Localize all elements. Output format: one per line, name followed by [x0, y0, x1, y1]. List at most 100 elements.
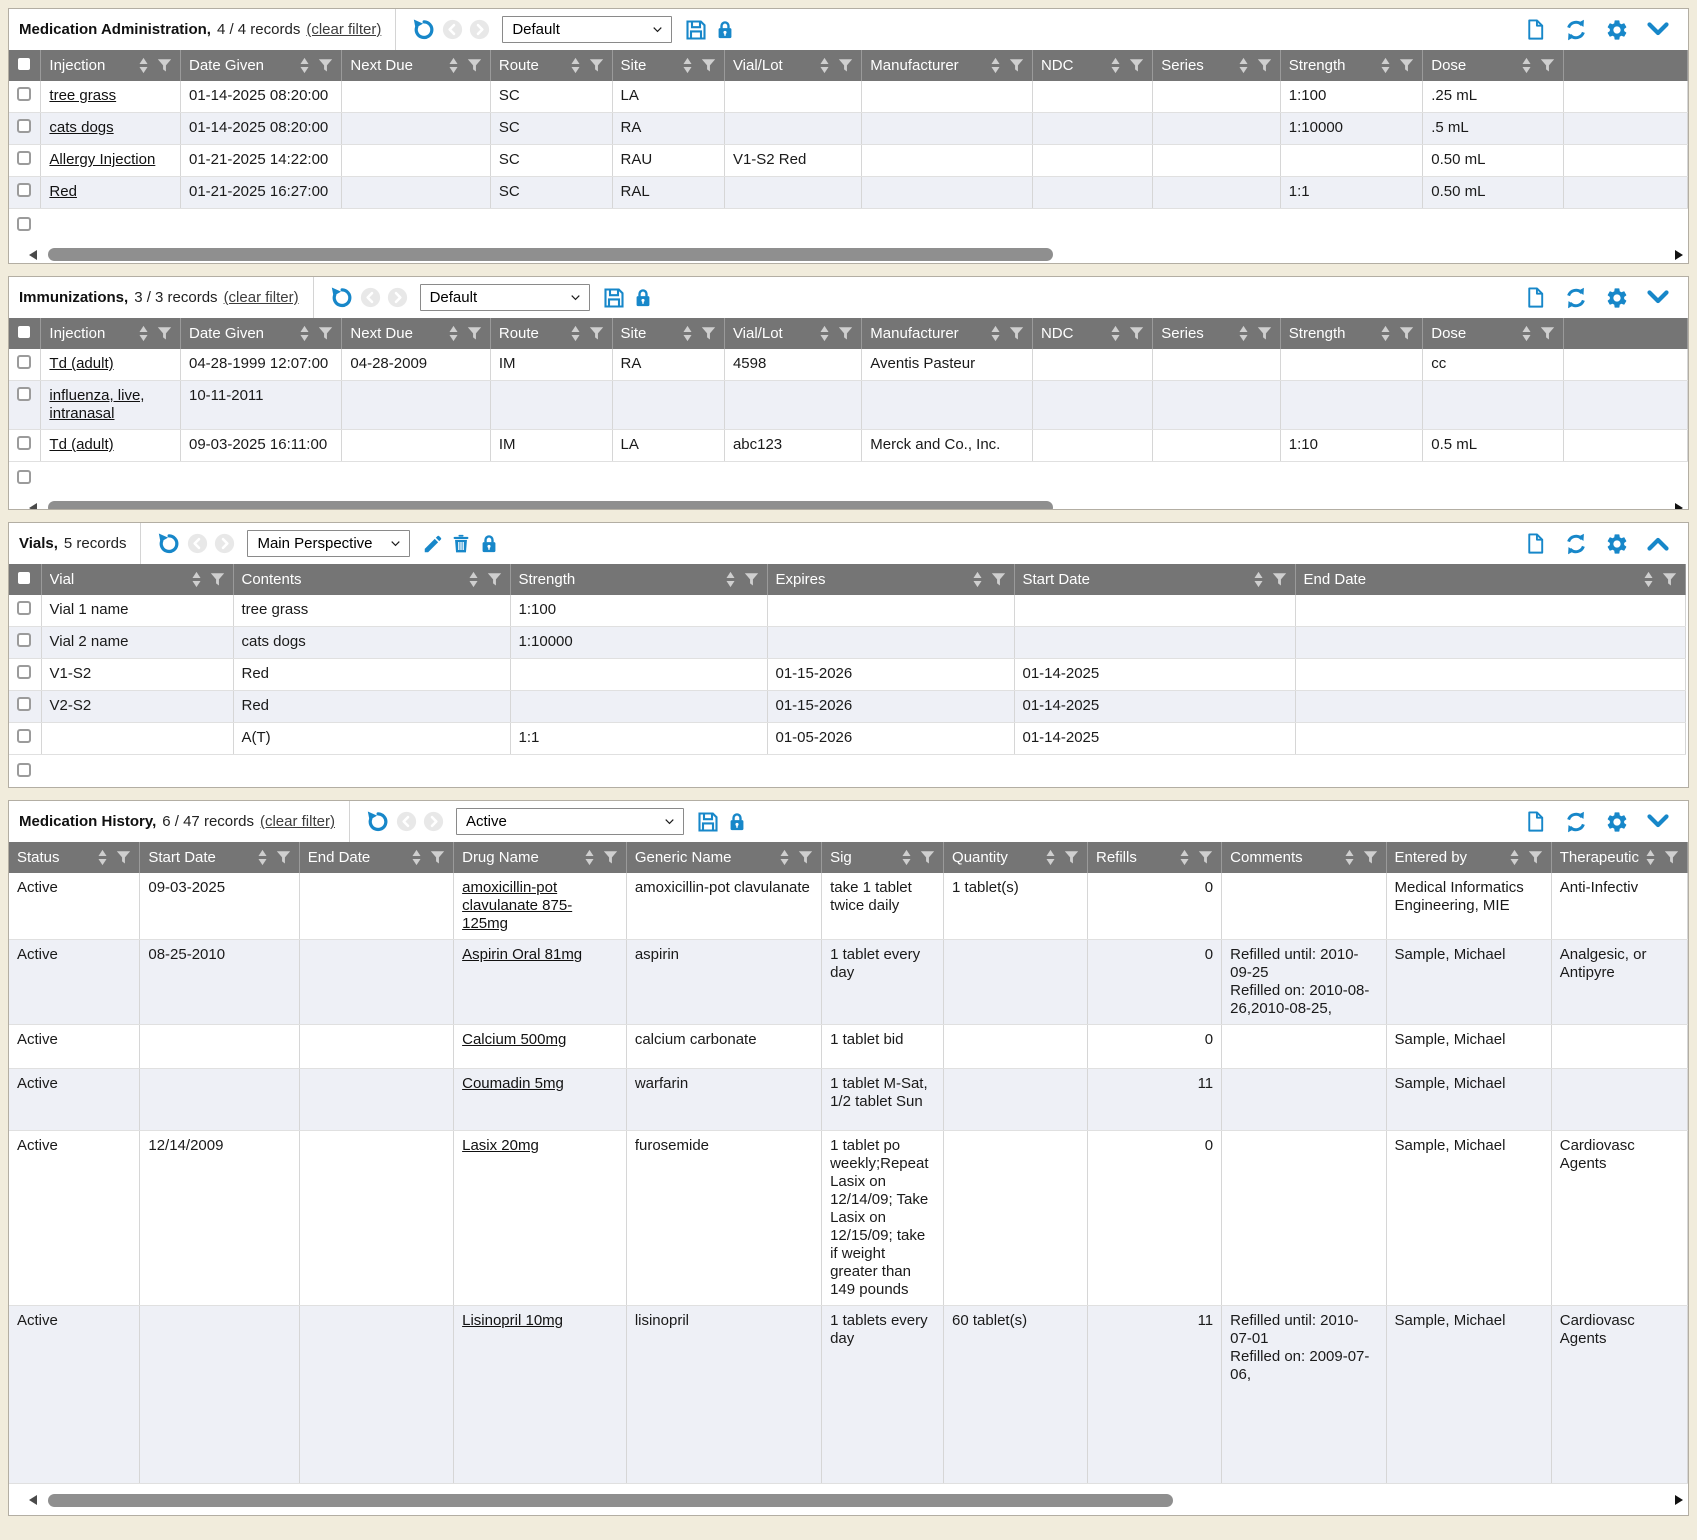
filter-icon[interactable]	[603, 850, 618, 865]
filter-icon[interactable]	[1064, 850, 1079, 865]
sort-icon[interactable]	[682, 57, 693, 74]
filter-icon[interactable]	[798, 850, 813, 865]
clear-filter-link[interactable]: (clear filter)	[224, 289, 299, 306]
sort-icon[interactable]	[819, 325, 830, 342]
sort-icon[interactable]	[1380, 325, 1391, 342]
sort-icon[interactable]	[1110, 325, 1121, 342]
select-all-checkbox[interactable]	[18, 58, 30, 70]
scroll-left-arrow[interactable]	[29, 1495, 37, 1505]
select-all-checkbox[interactable]	[18, 572, 30, 584]
collapse-button[interactable]	[1646, 812, 1670, 832]
cell-link[interactable]: Td (adult)	[49, 355, 113, 372]
next-perspective-button[interactable]	[423, 811, 444, 832]
previous-perspective-button[interactable]	[187, 533, 208, 554]
sort-icon[interactable]	[1238, 57, 1249, 74]
filter-icon[interactable]	[276, 850, 291, 865]
filter-icon[interactable]	[1272, 572, 1287, 587]
sort-icon[interactable]	[682, 325, 693, 342]
collapse-button[interactable]	[1646, 534, 1670, 554]
scroll-left-arrow[interactable]	[29, 503, 37, 511]
filter-icon[interactable]	[1399, 326, 1414, 341]
row-checkbox[interactable]	[17, 387, 31, 401]
collapse-button[interactable]	[1646, 288, 1670, 308]
filter-icon[interactable]	[1257, 326, 1272, 341]
filter-icon[interactable]	[838, 58, 853, 73]
sort-icon[interactable]	[1253, 571, 1264, 588]
cell-link[interactable]: Allergy Injection	[49, 151, 155, 168]
sort-icon[interactable]	[257, 849, 268, 866]
sort-icon[interactable]	[1643, 571, 1654, 588]
sort-icon[interactable]	[1521, 325, 1532, 342]
scroll-left-arrow[interactable]	[29, 250, 37, 260]
scroll-right-arrow[interactable]	[1675, 1495, 1683, 1505]
cell-link[interactable]: influenza, live, intranasal	[49, 387, 144, 422]
filter-icon[interactable]	[157, 326, 172, 341]
perspective-select[interactable]: Main Perspective	[247, 530, 410, 557]
scroll-right-arrow[interactable]	[1675, 250, 1683, 260]
undo-button[interactable]	[156, 531, 181, 556]
filter-icon[interactable]	[116, 850, 131, 865]
new-record-checkbox[interactable]	[17, 763, 31, 777]
filter-icon[interactable]	[838, 326, 853, 341]
clear-filter-link[interactable]: (clear filter)	[306, 21, 381, 38]
sort-icon[interactable]	[299, 57, 310, 74]
refresh-button[interactable]	[1564, 18, 1588, 42]
row-checkbox[interactable]	[17, 87, 31, 101]
new-record-checkbox[interactable]	[17, 217, 31, 231]
undo-button[interactable]	[411, 17, 436, 42]
scrollbar-thumb[interactable]	[48, 501, 1053, 510]
filter-icon[interactable]	[744, 572, 759, 587]
row-checkbox[interactable]	[17, 729, 31, 743]
scroll-right-arrow[interactable]	[1675, 503, 1683, 511]
row-checkbox[interactable]	[17, 633, 31, 647]
sort-icon[interactable]	[990, 57, 1001, 74]
filter-icon[interactable]	[701, 326, 716, 341]
scrollbar-thumb[interactable]	[48, 248, 1053, 261]
sort-icon[interactable]	[1045, 849, 1056, 866]
settings-button[interactable]	[1605, 810, 1629, 834]
sort-icon[interactable]	[1110, 57, 1121, 74]
sort-icon[interactable]	[990, 325, 1001, 342]
sort-icon[interactable]	[138, 325, 149, 342]
sort-icon[interactable]	[448, 57, 459, 74]
cell-link[interactable]: cats dogs	[49, 119, 113, 136]
filter-icon[interactable]	[920, 850, 935, 865]
filter-icon[interactable]	[487, 572, 502, 587]
save-perspective-button[interactable]	[684, 18, 708, 42]
row-checkbox[interactable]	[17, 355, 31, 369]
sort-icon[interactable]	[570, 325, 581, 342]
row-checkbox[interactable]	[17, 665, 31, 679]
new-record-button[interactable]	[1524, 286, 1547, 309]
sort-icon[interactable]	[191, 571, 202, 588]
filter-icon[interactable]	[1363, 850, 1378, 865]
lock-perspective-button[interactable]	[478, 533, 500, 555]
sort-icon[interactable]	[448, 325, 459, 342]
sort-icon[interactable]	[299, 325, 310, 342]
lock-perspective-button[interactable]	[726, 811, 748, 833]
sort-icon[interactable]	[1645, 849, 1656, 866]
sort-icon[interactable]	[468, 571, 479, 588]
cell-link[interactable]: tree grass	[49, 87, 116, 104]
lock-perspective-button[interactable]	[632, 287, 654, 309]
filter-icon[interactable]	[157, 58, 172, 73]
select-all-checkbox[interactable]	[18, 326, 30, 338]
settings-button[interactable]	[1605, 18, 1629, 42]
row-checkbox[interactable]	[17, 697, 31, 711]
sort-icon[interactable]	[819, 57, 830, 74]
cell-link[interactable]: amoxicillin-pot clavulanate 875-125mg	[462, 879, 572, 932]
filter-icon[interactable]	[701, 58, 716, 73]
filter-icon[interactable]	[1009, 326, 1024, 341]
next-perspective-button[interactable]	[469, 19, 490, 40]
refresh-button[interactable]	[1564, 532, 1588, 556]
filter-icon[interactable]	[1257, 58, 1272, 73]
clear-filter-link[interactable]: (clear filter)	[260, 813, 335, 830]
filter-icon[interactable]	[467, 58, 482, 73]
sort-icon[interactable]	[570, 57, 581, 74]
filter-icon[interactable]	[430, 850, 445, 865]
filter-icon[interactable]	[1009, 58, 1024, 73]
delete-perspective-button[interactable]	[450, 533, 472, 555]
sort-icon[interactable]	[725, 571, 736, 588]
sort-icon[interactable]	[1509, 849, 1520, 866]
lock-perspective-button[interactable]	[714, 19, 736, 41]
cell-link[interactable]: Aspirin Oral 81mg	[462, 946, 582, 963]
